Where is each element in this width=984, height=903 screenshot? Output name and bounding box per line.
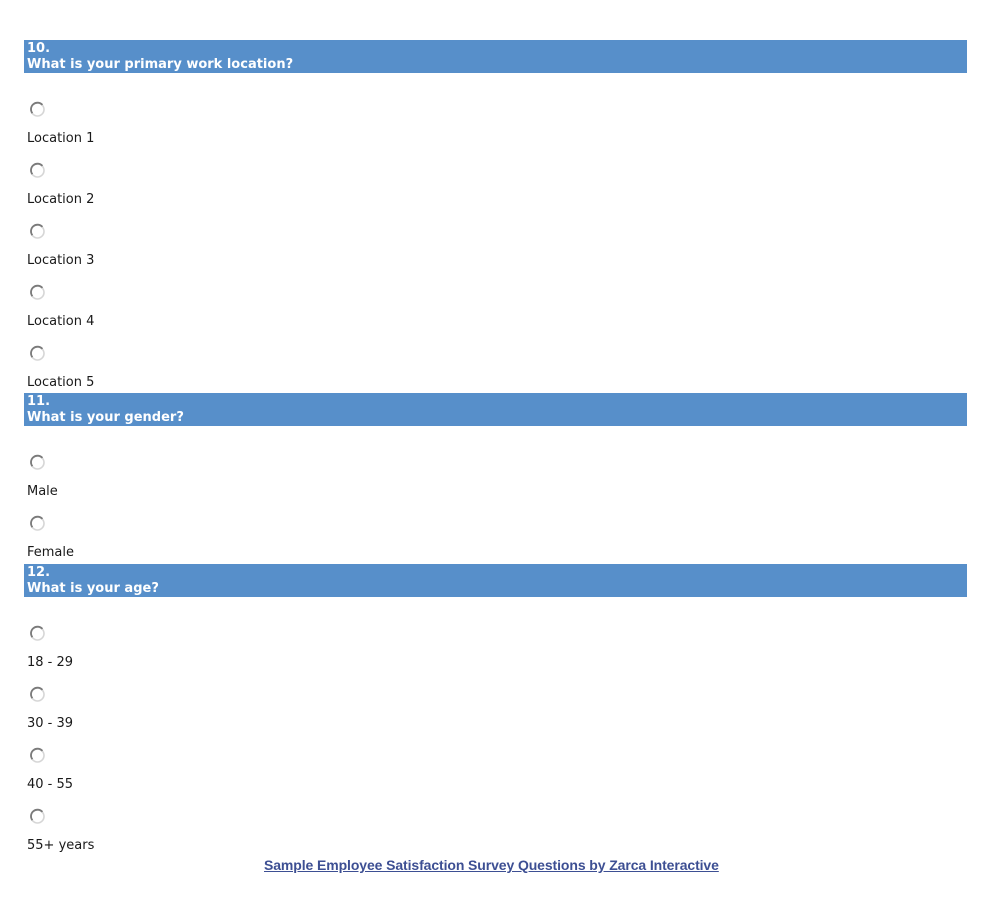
radio-button[interactable]	[29, 284, 46, 301]
question-header: 12. What is your age?	[24, 564, 967, 597]
radio-circle-icon	[30, 515, 45, 531]
question-number: 10.	[27, 41, 51, 56]
radio-circle-icon	[30, 686, 45, 702]
radio-button[interactable]	[29, 747, 46, 764]
option-label: Female	[27, 545, 75, 560]
option-label: Location 1	[27, 131, 95, 146]
question-header: 11. What is your gender?	[24, 393, 967, 426]
radio-button[interactable]	[29, 345, 46, 362]
question-number: 12.	[27, 565, 51, 580]
question-header: 10. What is your primary work location?	[24, 40, 967, 73]
radio-button[interactable]	[29, 808, 46, 825]
radio-button[interactable]	[29, 101, 46, 118]
option-label: Location 5	[27, 375, 95, 390]
option-label: Location 3	[27, 253, 95, 268]
question-text: What is your gender?	[27, 410, 184, 425]
option-label: Location 4	[27, 314, 95, 329]
radio-circle-icon	[30, 747, 45, 763]
question-number: 11.	[27, 394, 51, 409]
footer-link[interactable]: Sample Employee Satisfaction Survey Ques…	[264, 857, 719, 873]
radio-circle-icon	[30, 454, 45, 470]
radio-circle-icon	[30, 101, 45, 117]
radio-button[interactable]	[29, 625, 46, 642]
question-text: What is your age?	[27, 581, 159, 596]
radio-button[interactable]	[29, 515, 46, 532]
radio-button[interactable]	[29, 162, 46, 179]
radio-circle-icon	[30, 162, 45, 178]
radio-circle-icon	[30, 625, 45, 641]
radio-circle-icon	[30, 284, 45, 300]
option-label: 40 - 55	[27, 777, 74, 792]
radio-button[interactable]	[29, 454, 46, 471]
option-label: 55+ years	[27, 838, 95, 853]
option-label: Location 2	[27, 192, 95, 207]
option-label: 18 - 29	[27, 655, 74, 670]
radio-circle-icon	[30, 223, 45, 239]
radio-circle-icon	[30, 808, 45, 824]
option-label: Male	[27, 484, 58, 499]
question-text: What is your primary work location?	[27, 57, 294, 72]
radio-button[interactable]	[29, 686, 46, 703]
option-label: 30 - 39	[27, 716, 74, 731]
radio-button[interactable]	[29, 223, 46, 240]
radio-circle-icon	[30, 345, 45, 361]
